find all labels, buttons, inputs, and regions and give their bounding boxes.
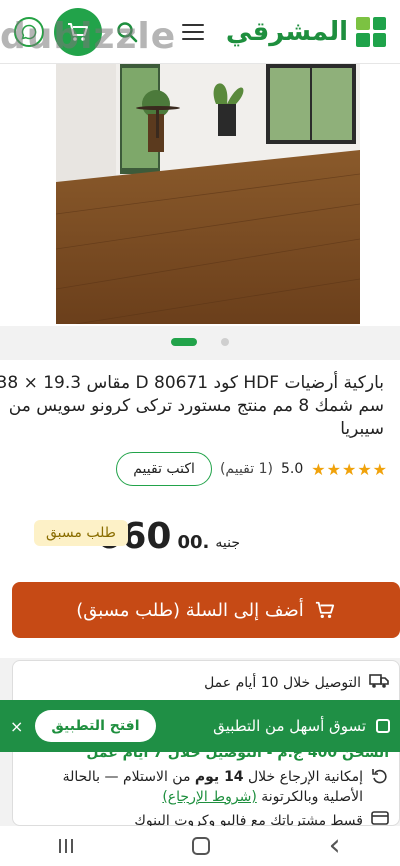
whatsapp-icon[interactable] bbox=[14, 16, 44, 47]
card-icon bbox=[371, 811, 389, 825]
app-banner: تسوق أسهل من التطبيق افتح التطبيق × bbox=[0, 700, 400, 752]
cart-button[interactable] bbox=[54, 7, 102, 56]
add-to-cart-button[interactable]: أضف إلى السلة (طلب مسبق) bbox=[12, 582, 400, 638]
product-info: باركية أرضيات HDF كود D 80671 مقاس 19.3 … bbox=[0, 360, 400, 500]
price-currency: جنيه bbox=[215, 535, 240, 551]
product-title-line: سيبريا bbox=[340, 419, 384, 439]
search-button[interactable] bbox=[112, 17, 142, 47]
rating-count[interactable]: (1 تقييم) bbox=[220, 461, 273, 477]
header-right: المشرقي bbox=[160, 16, 386, 47]
delivery-time: التوصيل خلال 10 أيام عمل bbox=[204, 675, 361, 691]
back-icon[interactable]: ‹ bbox=[329, 831, 341, 861]
home-icon[interactable] bbox=[191, 837, 210, 855]
rating-row: ★★★★★ 5.0 (1 تقييم) اكتب تقييم bbox=[116, 452, 388, 486]
banner-actions: افتح التطبيق × bbox=[10, 710, 156, 742]
header-actions: dubizzle bbox=[0, 7, 175, 57]
product-title-line: سم شمك 8 مم منتج مستورد تركى كرونو سويس … bbox=[8, 396, 384, 416]
return-prefix: إمكانية الإرجاع خلال bbox=[243, 769, 363, 785]
product-title-line: باركية أرضيات HDF كود D 80671 مقاس 19.3 … bbox=[0, 373, 384, 393]
recents-icon[interactable] bbox=[59, 839, 74, 853]
product-gallery[interactable] bbox=[0, 64, 400, 326]
app-header: dubizzle المشرقي bbox=[0, 0, 400, 64]
gallery-dot[interactable] bbox=[221, 338, 229, 346]
return-days: 14 يوم bbox=[194, 769, 244, 785]
close-icon[interactable]: × bbox=[10, 717, 23, 736]
rating-value: 5.0 bbox=[281, 461, 304, 477]
system-nav-bar: ‹ bbox=[0, 826, 400, 866]
menu-icon[interactable] bbox=[181, 23, 204, 40]
search-icon bbox=[117, 21, 138, 42]
brand[interactable]: المشرقي bbox=[225, 16, 386, 47]
add-to-cart-label: أضف إلى السلة (طلب مسبق) bbox=[76, 599, 304, 621]
product-photo[interactable] bbox=[56, 64, 360, 324]
rating-stars-icon: ★★★★★ bbox=[311, 459, 388, 479]
truck-icon bbox=[369, 674, 389, 688]
return-terms-link[interactable]: (شروط الإرجاع) bbox=[162, 789, 256, 805]
cart-icon bbox=[68, 22, 88, 41]
return-icon bbox=[372, 769, 387, 784]
banner-text: تسوق أسهل من التطبيق bbox=[213, 717, 366, 735]
open-app-button[interactable]: افتح التطبيق bbox=[35, 710, 156, 742]
price-decimal: .00 bbox=[177, 532, 210, 553]
app-icon bbox=[376, 719, 390, 733]
cart-icon bbox=[315, 601, 334, 618]
return-row: إمكانية الإرجاع خلال 14 يوم من الاستلام … bbox=[23, 767, 389, 807]
product-title: باركية أرضيات HDF كود D 80671 مقاس 19.3 … bbox=[0, 372, 384, 441]
banner-text-group: تسوق أسهل من التطبيق bbox=[213, 717, 390, 735]
brand-logo-icon bbox=[356, 16, 386, 47]
preorder-badge: طلب مسبق bbox=[34, 520, 128, 546]
write-review-button[interactable]: اكتب تقييم bbox=[116, 452, 212, 486]
gallery-dots bbox=[0, 338, 400, 346]
delivery-row: التوصيل خلال 10 أيام عمل bbox=[21, 673, 389, 693]
brand-name: المشرقي bbox=[225, 16, 348, 47]
return-policy: إمكانية الإرجاع خلال 14 يوم من الاستلام … bbox=[23, 767, 363, 807]
gallery-dot-active[interactable] bbox=[171, 338, 197, 346]
